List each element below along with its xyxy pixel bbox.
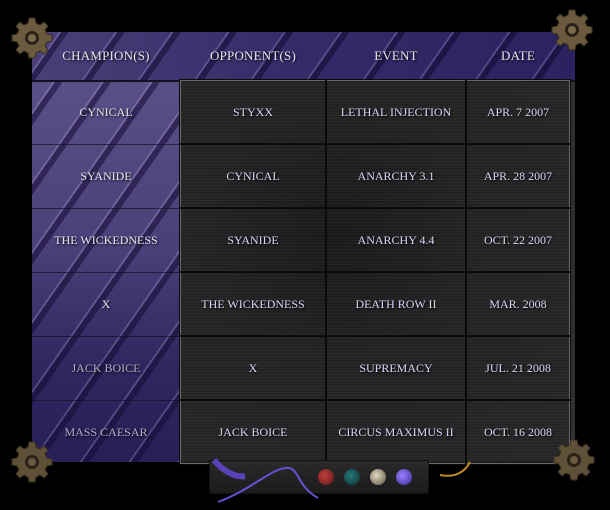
table-row: JACK BOICE X SUPREMACY JUL. 21 2008: [32, 335, 571, 401]
control-panel: [209, 460, 429, 494]
champion-cell: MASS CAESAR: [32, 400, 180, 464]
red-light-icon: [318, 469, 334, 485]
opponent-cell: THE WICKEDNESS: [179, 271, 327, 337]
gear-icon: [11, 441, 53, 483]
table-row: X THE WICKEDNESS DEATH ROW II MAR. 2008: [32, 271, 571, 337]
event-cell: CIRCUS MAXIMUS II: [325, 399, 467, 465]
opponent-cell: SYANIDE: [179, 207, 327, 273]
opponent-cell: STYXX: [179, 79, 327, 145]
table-row: CYNICAL STYXX LETHAL INJECTION APR. 7 20…: [32, 79, 571, 145]
date-cell: APR. 28 2007: [465, 143, 571, 209]
title-history-table: CHAMPION(S) OPPONENT(S) EVENT DATE CYNIC…: [32, 32, 571, 465]
header-event: EVENT: [374, 48, 418, 63]
champion-cell: THE WICKEDNESS: [32, 208, 180, 272]
table-row: SYANIDE CYNICAL ANARCHY 3.1 APR. 28 2007: [32, 143, 571, 209]
cream-light-icon: [370, 469, 386, 485]
table-row: MASS CAESAR JACK BOICE CIRCUS MAXIMUS II…: [32, 399, 571, 465]
opponent-cell: X: [179, 335, 327, 401]
teal-light-icon: [344, 469, 360, 485]
date-cell: MAR. 2008: [465, 271, 571, 337]
gear-icon: [553, 439, 595, 481]
event-cell: ANARCHY 3.1: [325, 143, 467, 209]
violet-light-icon: [396, 469, 412, 485]
gear-icon: [551, 9, 593, 51]
event-cell: LETHAL INJECTION: [325, 79, 467, 145]
champion-cell: JACK BOICE: [32, 336, 180, 400]
champion-cell: X: [32, 272, 180, 336]
event-cell: DEATH ROW II: [325, 271, 467, 337]
opponent-cell: CYNICAL: [179, 143, 327, 209]
table-row: THE WICKEDNESS SYANIDE ANARCHY 4.4 OCT. …: [32, 207, 571, 273]
date-cell: APR. 7 2007: [465, 79, 571, 145]
date-cell: OCT. 22 2007: [465, 207, 571, 273]
champion-cell: CYNICAL: [32, 80, 180, 144]
header-row: CHAMPION(S) OPPONENT(S) EVENT DATE: [32, 32, 570, 80]
date-cell: JUL. 21 2008: [465, 335, 571, 401]
event-cell: SUPREMACY: [325, 335, 467, 401]
champion-cell: SYANIDE: [32, 144, 180, 208]
header-opponents: OPPONENT(S): [210, 48, 296, 63]
opponent-cell: JACK BOICE: [179, 399, 327, 465]
header-champions: CHAMPION(S): [62, 48, 150, 63]
gear-icon: [11, 17, 53, 59]
event-cell: ANARCHY 4.4: [325, 207, 467, 273]
